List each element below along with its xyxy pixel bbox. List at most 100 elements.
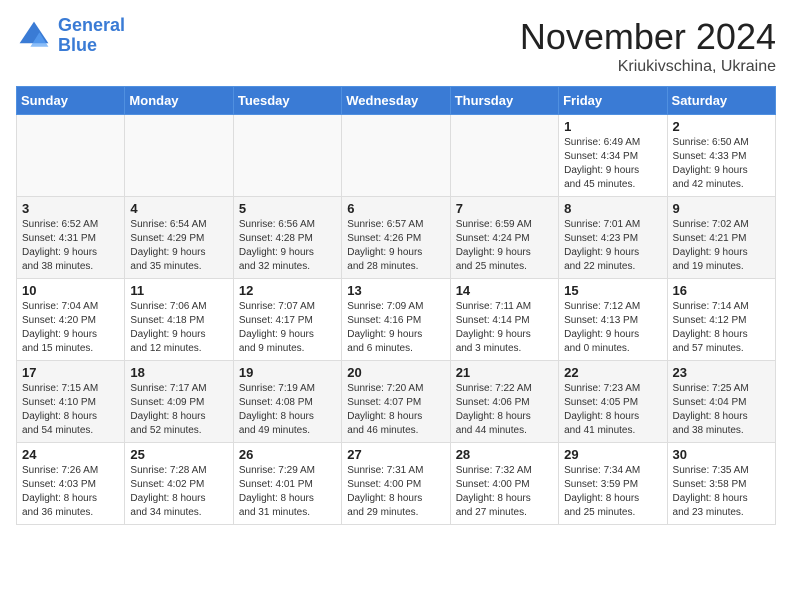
- day-info: Sunrise: 7:02 AM Sunset: 4:21 PM Dayligh…: [673, 218, 770, 274]
- day-number: 9: [673, 201, 770, 216]
- day-info: Sunrise: 6:50 AM Sunset: 4:33 PM Dayligh…: [673, 136, 770, 192]
- month-title: November 2024: [520, 16, 776, 58]
- day-number: 17: [22, 365, 119, 380]
- calendar-cell: [233, 115, 341, 197]
- weekday-header-tuesday: Tuesday: [233, 87, 341, 115]
- calendar-cell: 6 Sunrise: 6:57 AM Sunset: 4:26 PM Daylig…: [342, 197, 450, 279]
- day-info: Sunrise: 7:34 AM Sunset: 3:59 PM Dayligh…: [564, 464, 661, 520]
- day-info: Sunrise: 6:52 AM Sunset: 4:31 PM Dayligh…: [22, 218, 119, 274]
- day-info: Sunrise: 7:29 AM Sunset: 4:01 PM Dayligh…: [239, 464, 336, 520]
- day-number: 19: [239, 365, 336, 380]
- day-number: 13: [347, 283, 444, 298]
- calendar-cell: 20 Sunrise: 7:20 AM Sunset: 4:07 PM Dayli…: [342, 361, 450, 443]
- day-info: Sunrise: 7:06 AM Sunset: 4:18 PM Dayligh…: [130, 300, 227, 356]
- day-info: Sunrise: 7:28 AM Sunset: 4:02 PM Dayligh…: [130, 464, 227, 520]
- weekday-header-friday: Friday: [559, 87, 667, 115]
- day-info: Sunrise: 7:12 AM Sunset: 4:13 PM Dayligh…: [564, 300, 661, 356]
- calendar-cell: [17, 115, 125, 197]
- day-info: Sunrise: 6:59 AM Sunset: 4:24 PM Dayligh…: [456, 218, 553, 274]
- calendar-cell: 23 Sunrise: 7:25 AM Sunset: 4:04 PM Dayli…: [667, 361, 775, 443]
- day-number: 14: [456, 283, 553, 298]
- day-number: 11: [130, 283, 227, 298]
- calendar-cell: 25 Sunrise: 7:28 AM Sunset: 4:02 PM Dayli…: [125, 443, 233, 525]
- day-info: Sunrise: 7:25 AM Sunset: 4:04 PM Dayligh…: [673, 382, 770, 438]
- day-info: Sunrise: 7:01 AM Sunset: 4:23 PM Dayligh…: [564, 218, 661, 274]
- weekday-header-saturday: Saturday: [667, 87, 775, 115]
- day-number: 18: [130, 365, 227, 380]
- week-row-4: 17Sunrise: 7:15 AM Sunset: 4:10 PM Dayli…: [17, 361, 776, 443]
- calendar-cell: 3 Sunrise: 6:52 AM Sunset: 4:31 PM Daylig…: [17, 197, 125, 279]
- day-info: Sunrise: 7:26 AM Sunset: 4:03 PM Dayligh…: [22, 464, 119, 520]
- day-number: 4: [130, 201, 227, 216]
- title-block: November 2024 Kriukivschina, Ukraine: [520, 16, 776, 76]
- day-info: Sunrise: 7:11 AM Sunset: 4:14 PM Dayligh…: [456, 300, 553, 356]
- day-number: 3: [22, 201, 119, 216]
- day-info: Sunrise: 7:14 AM Sunset: 4:12 PM Dayligh…: [673, 300, 770, 356]
- day-number: 21: [456, 365, 553, 380]
- day-info: Sunrise: 7:31 AM Sunset: 4:00 PM Dayligh…: [347, 464, 444, 520]
- calendar-cell: 10 Sunrise: 7:04 AM Sunset: 4:20 PM Dayli…: [17, 279, 125, 361]
- day-info: Sunrise: 7:32 AM Sunset: 4:00 PM Dayligh…: [456, 464, 553, 520]
- calendar-cell: 24Sunrise: 7:26 AM Sunset: 4:03 PM Dayli…: [17, 443, 125, 525]
- week-row-1: 1 Sunrise: 6:49 AM Sunset: 4:34 PM Daylig…: [17, 115, 776, 197]
- calendar-cell: 28Sunrise: 7:32 AM Sunset: 4:00 PM Dayli…: [450, 443, 558, 525]
- day-info: Sunrise: 6:49 AM Sunset: 4:34 PM Dayligh…: [564, 136, 661, 192]
- day-number: 8: [564, 201, 661, 216]
- weekday-header-wednesday: Wednesday: [342, 87, 450, 115]
- calendar-cell: 7 Sunrise: 6:59 AM Sunset: 4:24 PM Daylig…: [450, 197, 558, 279]
- day-number: 1: [564, 119, 661, 134]
- day-number: 6: [347, 201, 444, 216]
- day-number: 27: [347, 447, 444, 462]
- day-info: Sunrise: 7:23 AM Sunset: 4:05 PM Dayligh…: [564, 382, 661, 438]
- calendar-cell: 5 Sunrise: 6:56 AM Sunset: 4:28 PM Daylig…: [233, 197, 341, 279]
- day-number: 22: [564, 365, 661, 380]
- calendar-cell: [342, 115, 450, 197]
- day-info: Sunrise: 7:22 AM Sunset: 4:06 PM Dayligh…: [456, 382, 553, 438]
- day-info: Sunrise: 7:19 AM Sunset: 4:08 PM Dayligh…: [239, 382, 336, 438]
- week-row-3: 10 Sunrise: 7:04 AM Sunset: 4:20 PM Dayli…: [17, 279, 776, 361]
- day-number: 10: [22, 283, 119, 298]
- day-info: Sunrise: 7:09 AM Sunset: 4:16 PM Dayligh…: [347, 300, 444, 356]
- day-info: Sunrise: 6:54 AM Sunset: 4:29 PM Dayligh…: [130, 218, 227, 274]
- day-info: Sunrise: 7:04 AM Sunset: 4:20 PM Dayligh…: [22, 300, 119, 356]
- calendar-cell: 27 Sunrise: 7:31 AM Sunset: 4:00 PM Dayli…: [342, 443, 450, 525]
- calendar-cell: 8 Sunrise: 7:01 AM Sunset: 4:23 PM Daylig…: [559, 197, 667, 279]
- calendar-cell: 17Sunrise: 7:15 AM Sunset: 4:10 PM Dayli…: [17, 361, 125, 443]
- calendar-cell: 19 Sunrise: 7:19 AM Sunset: 4:08 PM Dayli…: [233, 361, 341, 443]
- calendar-cell: 21 Sunrise: 7:22 AM Sunset: 4:06 PM Dayli…: [450, 361, 558, 443]
- week-row-5: 24Sunrise: 7:26 AM Sunset: 4:03 PM Dayli…: [17, 443, 776, 525]
- logo-text: General Blue: [58, 16, 125, 56]
- calendar-cell: 15Sunrise: 7:12 AM Sunset: 4:13 PM Dayli…: [559, 279, 667, 361]
- logo-line2: Blue: [58, 35, 97, 55]
- calendar-cell: 2 Sunrise: 6:50 AM Sunset: 4:33 PM Daylig…: [667, 115, 775, 197]
- day-info: Sunrise: 6:56 AM Sunset: 4:28 PM Dayligh…: [239, 218, 336, 274]
- day-number: 23: [673, 365, 770, 380]
- calendar-cell: 14 Sunrise: 7:11 AM Sunset: 4:14 PM Dayli…: [450, 279, 558, 361]
- day-info: Sunrise: 7:07 AM Sunset: 4:17 PM Dayligh…: [239, 300, 336, 356]
- logo-icon: [16, 18, 52, 54]
- calendar-table: SundayMondayTuesdayWednesdayThursdayFrid…: [16, 86, 776, 525]
- weekday-header-monday: Monday: [125, 87, 233, 115]
- day-info: Sunrise: 6:57 AM Sunset: 4:26 PM Dayligh…: [347, 218, 444, 274]
- calendar-cell: 16Sunrise: 7:14 AM Sunset: 4:12 PM Dayli…: [667, 279, 775, 361]
- weekday-header-row: SundayMondayTuesdayWednesdayThursdayFrid…: [17, 87, 776, 115]
- logo-line1: General: [58, 15, 125, 35]
- day-number: 30: [673, 447, 770, 462]
- day-number: 12: [239, 283, 336, 298]
- day-number: 25: [130, 447, 227, 462]
- calendar-cell: 13 Sunrise: 7:09 AM Sunset: 4:16 PM Dayli…: [342, 279, 450, 361]
- location: Kriukivschina, Ukraine: [520, 58, 776, 76]
- day-number: 29: [564, 447, 661, 462]
- day-number: 20: [347, 365, 444, 380]
- day-info: Sunrise: 7:20 AM Sunset: 4:07 PM Dayligh…: [347, 382, 444, 438]
- page-header: General Blue November 2024 Kriukivschina…: [16, 16, 776, 76]
- week-row-2: 3 Sunrise: 6:52 AM Sunset: 4:31 PM Daylig…: [17, 197, 776, 279]
- weekday-header-thursday: Thursday: [450, 87, 558, 115]
- calendar-cell: 30 Sunrise: 7:35 AM Sunset: 3:58 PM Dayli…: [667, 443, 775, 525]
- day-info: Sunrise: 7:35 AM Sunset: 3:58 PM Dayligh…: [673, 464, 770, 520]
- day-number: 2: [673, 119, 770, 134]
- day-info: Sunrise: 7:17 AM Sunset: 4:09 PM Dayligh…: [130, 382, 227, 438]
- day-number: 7: [456, 201, 553, 216]
- logo: General Blue: [16, 16, 125, 56]
- day-number: 5: [239, 201, 336, 216]
